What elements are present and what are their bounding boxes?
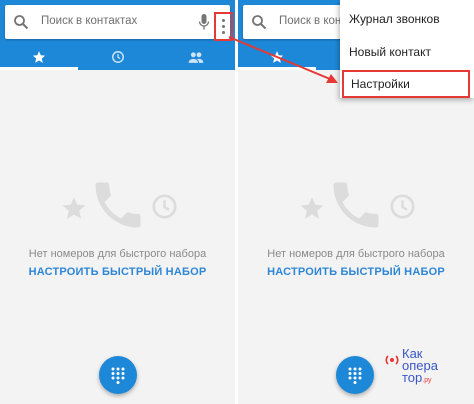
search-input[interactable]: Поиск в конт	[279, 15, 347, 27]
empty-state-text: Нет номеров для быстрого набора	[267, 248, 445, 260]
dialpad-icon	[348, 367, 362, 384]
phone-icon	[95, 182, 141, 228]
tab-favorites[interactable]	[238, 44, 316, 70]
dialpad-button[interactable]	[336, 356, 374, 394]
menu-item-call-log[interactable]: Журнал звонков	[340, 4, 474, 34]
tab-indicator	[0, 67, 78, 70]
tab-recents[interactable]	[78, 44, 157, 70]
setup-speed-dial-link[interactable]: НАСТРОИТЬ БЫСТРЫЙ НАБОР	[0, 266, 235, 278]
clock-icon	[111, 51, 124, 63]
search-icon	[14, 15, 29, 30]
tab-bar	[0, 44, 235, 70]
dialpad-icon	[111, 367, 125, 384]
signal-icon	[385, 355, 399, 365]
search-bar[interactable]: Поиск в контактах	[5, 5, 233, 41]
clock-icon	[152, 194, 177, 219]
star-icon	[270, 51, 284, 63]
menu-item-new-contact[interactable]: Новый контакт	[340, 37, 474, 67]
watermark-text: Как опера тор.ру	[402, 346, 438, 385]
watermark-logo: Как опера тор.ру	[380, 346, 444, 388]
tab-contacts[interactable]	[157, 44, 235, 70]
search-input[interactable]: Поиск в контактах	[41, 15, 137, 27]
star-icon	[300, 197, 324, 219]
speed-dial-empty-illustration	[238, 175, 474, 228]
search-icon	[252, 15, 267, 30]
phone-icon	[333, 182, 379, 228]
people-icon	[188, 51, 204, 63]
clock-icon	[390, 194, 415, 219]
empty-state-text: Нет номеров для быстрого набора	[28, 248, 207, 260]
speed-dial-empty-illustration	[0, 175, 235, 228]
search-bar[interactable]: Поиск в конт	[243, 5, 353, 39]
app-bar: Поиск в контактах	[0, 0, 235, 70]
contacts-screen-left: Поиск в контактах Нет номеров для быстро…	[0, 0, 235, 404]
menu-item-settings[interactable]: Настройки	[342, 70, 470, 98]
more-vert-icon	[222, 19, 225, 34]
more-options-button[interactable]	[214, 12, 233, 41]
tab-indicator	[238, 67, 316, 70]
setup-speed-dial-link[interactable]: НАСТРОИТЬ БЫСТРЫЙ НАБОР	[238, 266, 474, 278]
overflow-menu: Журнал звонков Новый контакт Настройки	[340, 0, 474, 98]
dialpad-button[interactable]	[99, 356, 137, 394]
mic-icon[interactable]	[198, 13, 210, 31]
star-icon	[32, 51, 46, 63]
star-icon	[62, 197, 86, 219]
tab-favorites[interactable]	[0, 44, 78, 70]
